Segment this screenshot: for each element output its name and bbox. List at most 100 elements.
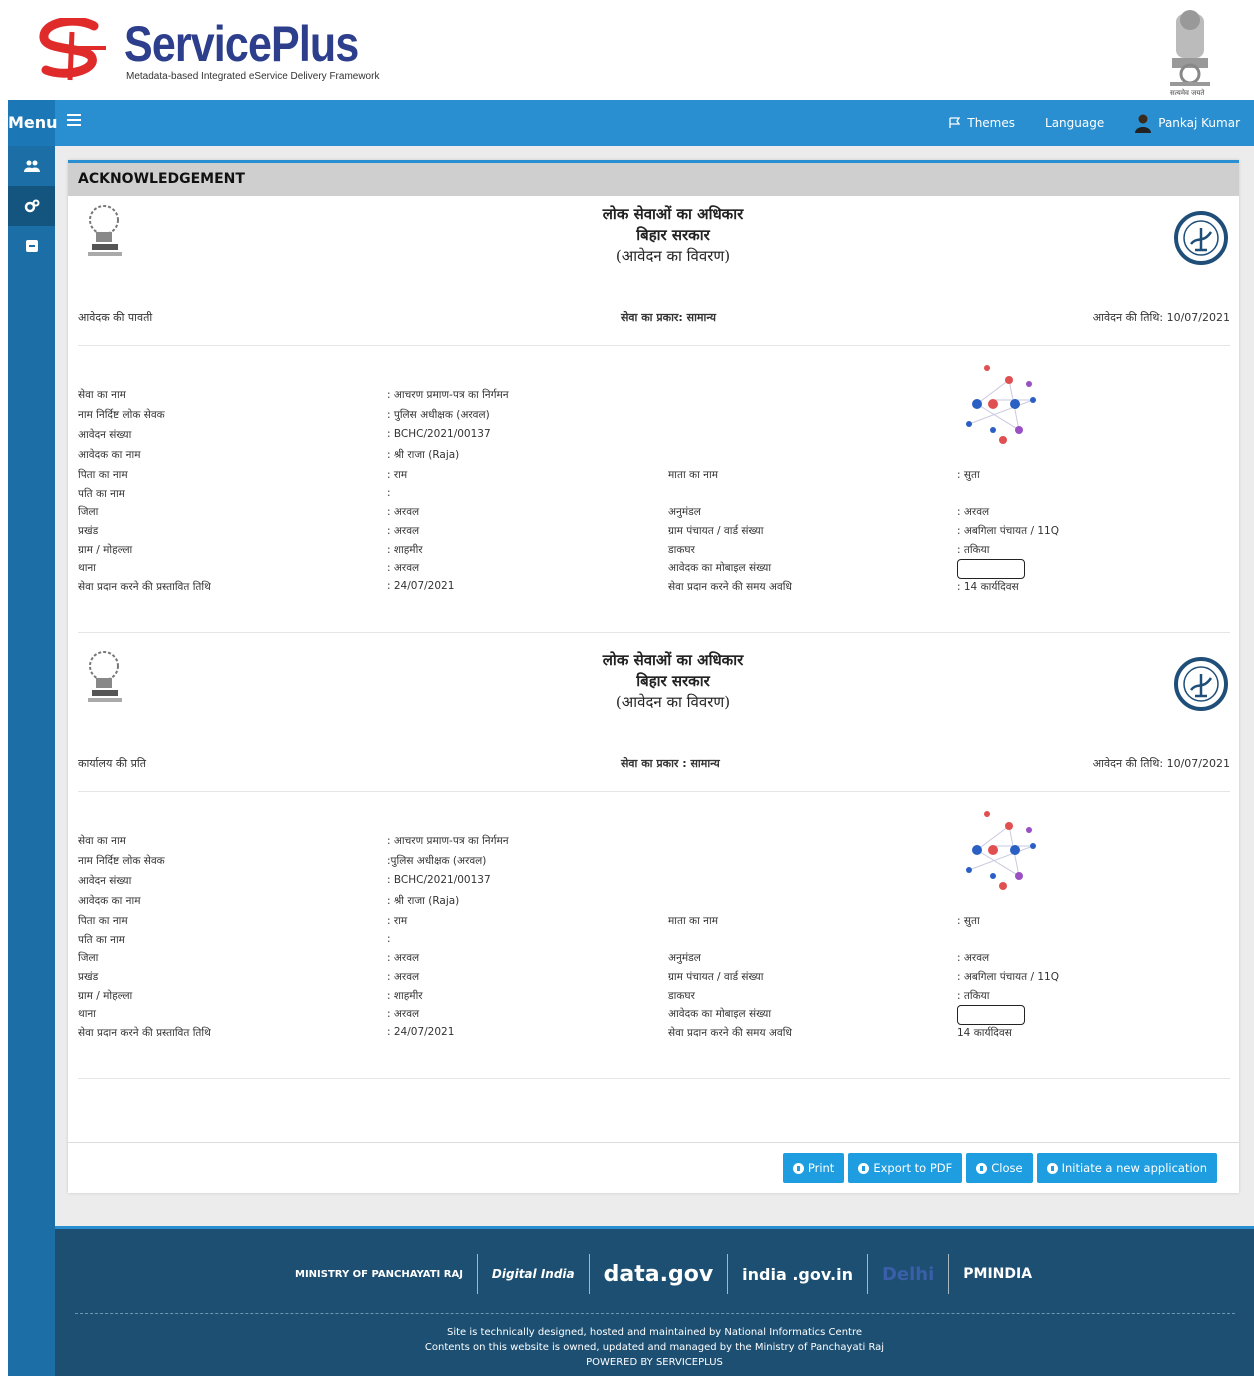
- detail-value: : BCHC/2021/00137: [387, 874, 491, 886]
- action-buttons: Print Export to PDF Close Initiate a new…: [782, 1153, 1217, 1183]
- detail-label: सेवा का नाम: [78, 835, 126, 847]
- detail-value: : अरवल: [387, 562, 420, 574]
- detail-label: नाम निर्दिष्ट लोक सेवक: [78, 855, 165, 867]
- language-label: Language: [1045, 116, 1105, 130]
- detail-label: आवेदन संख्या: [78, 875, 132, 887]
- service-type: सेवा का प्रकार: सामान्य: [621, 311, 716, 324]
- detail-value: 14 कार्यदिवस: [957, 1027, 1012, 1039]
- user-name: Pankaj Kumar: [1158, 116, 1240, 130]
- copy-label: आवेदक की पावती: [78, 311, 153, 324]
- detail-label: आवेदक का नाम: [78, 895, 141, 907]
- divider: [78, 345, 1230, 346]
- detail-label: नाम निर्दिष्ट लोक सेवक: [78, 409, 165, 421]
- circle-icon: [858, 1162, 870, 1174]
- detail-label: डाकघर: [668, 990, 695, 1002]
- footer-line-1: Site is technically designed, hosted and…: [446, 1327, 862, 1338]
- detail-row: थाना : अरवल आवेदक का मोबाइल संख्या: [78, 561, 1230, 579]
- circle-icon: [1046, 1162, 1058, 1174]
- detail-row: पिता का नाम : राम माता का नाम : सुता: [78, 914, 1230, 932]
- detail-value: : अबगिला पंचायत / 11Q: [957, 971, 1059, 983]
- detail-value: : सुता: [957, 915, 980, 927]
- circle-icon: [976, 1162, 988, 1174]
- close-button[interactable]: Close: [966, 1153, 1033, 1183]
- logo-divider: [588, 1254, 590, 1294]
- brand-tagline: Metadata-based Integrated eService Deliv…: [126, 71, 380, 82]
- menu-label[interactable]: Menu: [8, 100, 58, 146]
- delhi-logo[interactable]: Delhi: [882, 1264, 934, 1285]
- print-button[interactable]: Print: [782, 1153, 845, 1183]
- detail-label: पति का नाम: [78, 934, 125, 946]
- footer-text: Site is technically designed, hosted and…: [55, 1325, 1254, 1370]
- detail-value: :पुलिस अधीक्षक (अरवल): [387, 855, 487, 867]
- detail-label: प्रखंड: [78, 971, 99, 983]
- export-pdf-button[interactable]: Export to PDF: [848, 1153, 963, 1183]
- data-gov-logo[interactable]: data.gov: [604, 1262, 714, 1287]
- panchayati-raj-logo[interactable]: MINISTRY OF PANCHAYATI RAJ: [295, 1269, 463, 1280]
- detail-row: सेवा का नाम: आचरण प्रमाण-पत्र का निर्गमन: [78, 388, 1230, 406]
- mobile-redacted-box: [957, 1005, 1025, 1025]
- detail-row: नाम निर्दिष्ट लोक सेवक: पुलिस अधीक्षक (अ…: [78, 408, 1230, 426]
- detail-row: नाम निर्दिष्ट लोक सेवक :पुलिस अधीक्षक (अर…: [78, 854, 1230, 872]
- detail-row: सेवा प्रदान करने की प्रस्तावित तिथि: 24/…: [78, 1026, 1230, 1044]
- detail-row: सेवा प्रदान करने की प्रस्तावित तिथि: 24/…: [78, 580, 1230, 598]
- ack-title-line1: लोक सेवाओं का अधिकार: [602, 651, 744, 669]
- detail-label: थाना: [78, 1008, 96, 1020]
- digital-india-logo[interactable]: Digital India: [492, 1267, 575, 1281]
- footer-divider: [75, 1313, 1235, 1314]
- ack-title-line1: लोक सेवाओं का अधिकार: [602, 205, 744, 223]
- detail-value: : 14 कार्यदिवस: [957, 581, 1019, 593]
- ack-title-line3: (आवेदन का विवरण): [615, 247, 731, 265]
- ack-meta-row: कार्यालय की प्रति सेवा का प्रकार : सामान…: [78, 756, 1230, 776]
- detail-label: पिता का नाम: [78, 469, 128, 481]
- detail-value: :: [387, 933, 391, 945]
- circle-icon: [792, 1162, 804, 1174]
- flag-icon: [949, 117, 961, 128]
- detail-row: आवेदक का नाम : श्री राजा (Raja): [78, 894, 1230, 912]
- detail-row: जिला: अरवल अनुमंडल: अरवल: [78, 951, 1230, 969]
- detail-row: ग्राम / मोहल्ला: शाहमीर डाकघर: तकिया: [78, 989, 1230, 1007]
- footer: MINISTRY OF PANCHAYATI RAJ Digital India…: [55, 1226, 1254, 1376]
- top-navbar: Menu Themes Language Pankaj Kumar: [8, 100, 1254, 146]
- application-date: आवेदन की तिथि: 10/07/2021: [1092, 311, 1230, 324]
- acknowledgement-card: ACKNOWLEDGEMENT लोक सेवाओं का अधिकार बिह…: [68, 160, 1239, 1193]
- detail-label: आवेदन संख्या: [78, 429, 132, 441]
- detail-value: : अरवल: [387, 971, 420, 983]
- sidebar-item-settings[interactable]: [8, 186, 55, 226]
- application-date: आवेदन की तिथि: 10/07/2021: [1092, 757, 1230, 770]
- national-emblem-icon: [1170, 10, 1210, 86]
- pmindia-logo[interactable]: PMINDIA: [963, 1266, 1032, 1282]
- logo-divider: [476, 1254, 478, 1294]
- card-header: ACKNOWLEDGEMENT: [68, 160, 1239, 196]
- sidebar-item-users[interactable]: [8, 146, 55, 186]
- user-menu[interactable]: Pankaj Kumar: [1134, 113, 1240, 133]
- detail-row: जिला: अरवल अनुमंडल: अरवल: [78, 505, 1230, 523]
- user-avatar-icon: [1135, 114, 1152, 133]
- detail-value: : श्री राजा (Raja): [387, 895, 460, 907]
- detail-label: पिता का नाम: [78, 915, 128, 927]
- print-label: Print: [807, 1161, 835, 1175]
- detail-row: थाना: अरवल आवेदक का मोबाइल संख्या: [78, 1007, 1230, 1025]
- detail-row: पिता का नाम: राम माता का नाम: सुता: [78, 468, 1230, 486]
- divider: [78, 791, 1230, 792]
- detail-value: : राम: [387, 915, 408, 927]
- detail-value: : सुता: [957, 469, 980, 481]
- ack-title: लोक सेवाओं का अधिकार बिहार सरकार (आवेदन …: [468, 204, 878, 267]
- detail-label: जिला: [78, 952, 99, 964]
- detail-label: आवेदक का मोबाइल संख्या: [668, 562, 772, 574]
- detail-value: : तकिया: [957, 990, 990, 1002]
- language-menu[interactable]: Language: [1045, 116, 1104, 130]
- export-label: Export to PDF: [873, 1161, 953, 1175]
- detail-label: थाना: [78, 562, 96, 574]
- detail-label: माता का नाम: [668, 915, 718, 927]
- themes-menu[interactable]: Themes: [949, 116, 1015, 130]
- detail-label: ग्राम / मोहल्ला: [78, 990, 133, 1002]
- india-gov-logo[interactable]: india .gov.in: [742, 1265, 853, 1284]
- detail-label: सेवा प्रदान करने की समय अवधि: [668, 1027, 792, 1039]
- detail-row: आवेदक का नाम: श्री राजा (Raja): [78, 448, 1230, 466]
- hamburger-icon[interactable]: [67, 114, 81, 130]
- button-bar-divider: [68, 1142, 1239, 1143]
- sidebar-item-applications[interactable]: [8, 226, 55, 266]
- detail-label: सेवा प्रदान करने की प्रस्तावित तिथि: [78, 1027, 211, 1039]
- initiate-new-application-button[interactable]: Initiate a new application: [1036, 1153, 1217, 1183]
- detail-value: : अरवल: [387, 506, 420, 518]
